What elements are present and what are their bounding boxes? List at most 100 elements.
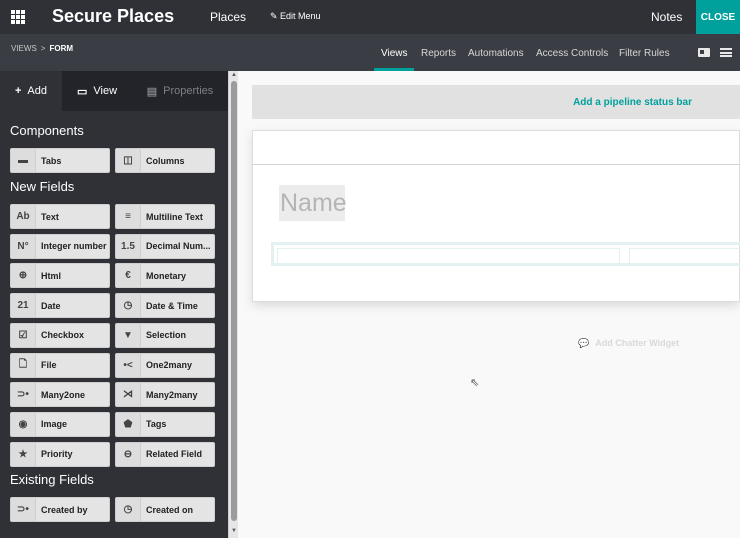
file-icon: 🗋 [11,353,36,377]
link-icon: ⊖ [116,442,141,466]
group-column-right[interactable] [629,248,740,264]
field-button-html[interactable]: ⊕ Html [10,263,110,289]
breadcrumb-separator: > [40,44,46,53]
menu-views[interactable]: Views [381,48,408,59]
multiline-icon: ≡ [116,205,141,228]
field-button-label: One2many [146,360,193,370]
sheet-button-box[interactable] [253,131,740,165]
breadcrumb: VIEWS > FORM [11,44,73,53]
tab-properties-label: Properties [163,85,214,97]
field-button-date-time[interactable]: ◷ Date & Time [115,293,215,319]
breadcrumb-views[interactable]: VIEWS [11,44,37,53]
section-components: Components [10,123,84,138]
chat-icon: 💬 [578,338,590,348]
field-button-label: Text [41,211,59,222]
scroll-up-icon[interactable]: ▲ [231,72,237,78]
form-sheet: Name [252,130,740,302]
sidebar-scrollbar[interactable]: ▲ ▼ [228,71,238,538]
field-button-monetary[interactable]: € Monetary [115,263,215,289]
decimal-icon: 1.5 [116,234,141,258]
field-button-label: Priority [41,449,73,460]
columns-icon: ◫ [116,149,141,172]
section-new-fields: New Fields [10,179,75,194]
field-button-label: Created on [146,504,194,515]
many2one-icon: ⊃• [11,498,36,521]
add-pipeline-status-bar[interactable]: Add a pipeline status bar [252,85,740,119]
breadcrumb-form: FORM [49,44,74,53]
sidebar-tabs: + Add ▭ View ▤ Properties [0,71,228,111]
section-existing-fields: Existing Fields [10,472,94,487]
field-button-one2many[interactable]: •< One2many [115,352,215,378]
tab-view[interactable]: ▭ View [62,71,132,111]
field-group-row[interactable] [271,242,740,266]
add-chatter-widget[interactable]: 💬 Add Chatter Widget [578,338,679,349]
field-button-label: Monetary [146,270,187,281]
field-button-text[interactable]: Ab Text [10,204,110,229]
star-icon: ★ [11,442,36,466]
field-button-checkbox[interactable]: ☑ Checkbox [10,322,110,348]
calendar-icon: 21 [11,294,36,318]
field-button-selection[interactable]: ▼ Selection [115,322,215,348]
group-column-left[interactable] [277,248,620,264]
name-field[interactable]: Name [279,185,347,221]
field-button-label: Tags [146,419,167,430]
mouse-cursor-icon: ⇖ [470,377,480,389]
monitor-icon: ▭ [76,85,88,98]
app-title[interactable]: Secure Places [52,6,174,27]
properties-icon: ▤ [146,85,158,98]
field-button-file[interactable]: 🗋 File [10,352,110,378]
camera-icon: ◉ [11,412,36,436]
field-button-label: Selection [146,330,187,341]
datetime-icon: ◷ [116,294,141,318]
text-icon: Ab [11,205,36,228]
field-button-integer-number[interactable]: N° Integer number [10,233,110,259]
field-button-created-on[interactable]: ◷ Created on [115,497,215,522]
form-view-icon[interactable] [698,48,710,57]
field-button-label: Related Field [146,449,203,460]
globe-icon: ⊕ [11,264,36,288]
scroll-down-icon[interactable]: ▼ [231,528,237,534]
field-button-tabs[interactable]: ▬ Tabs [10,148,110,173]
tab-add[interactable]: + Add [0,71,62,111]
selection-icon: ▼ [116,323,141,347]
notes-link[interactable]: Notes [651,10,682,24]
places-menu[interactable]: Places [210,10,246,24]
studio-subbar: VIEWS > FORM Views Reports Automations Acc… [0,34,740,71]
field-button-label: Many2many [146,389,198,400]
field-button-created-by[interactable]: ⊃• Created by [10,497,110,522]
menu-automations[interactable]: Automations [468,48,524,59]
menu-filter-rules[interactable]: Filter Rules [619,48,670,59]
field-button-label: Checkbox [41,330,85,341]
integer-icon: N° [11,234,36,258]
many2one-icon: ⊃• [11,383,36,407]
field-button-related-field[interactable]: ⊖ Related Field [115,441,215,467]
tab-add-label: Add [27,85,47,97]
field-button-many2many[interactable]: ⋊ Many2many [115,382,215,408]
plus-icon: + [14,85,22,97]
field-button-image[interactable]: ◉ Image [10,411,110,437]
tab-properties[interactable]: ▤ Properties [132,71,228,111]
tag-icon: ⬟ [116,412,141,436]
menu-access-controls[interactable]: Access Controls [536,48,608,59]
field-button-label: Date & Time [146,300,198,311]
field-button-tags[interactable]: ⬟ Tags [115,411,215,437]
field-button-many2one[interactable]: ⊃• Many2one [10,382,110,408]
menu-reports[interactable]: Reports [421,48,456,59]
scrollbar-thumb[interactable] [231,81,237,521]
field-button-label: Decimal Num... [146,241,211,252]
one2many-icon: •< [116,353,141,377]
list-view-icon[interactable] [720,48,732,57]
field-button-label: Html [41,270,61,281]
field-button-priority[interactable]: ★ Priority [10,441,110,467]
field-button-label: Date [41,300,61,311]
many2many-icon: ⋊ [116,383,141,407]
edit-menu-link[interactable]: ✎ Edit Menu [270,11,321,22]
field-button-date[interactable]: 21 Date [10,293,110,319]
field-button-label: Tabs [41,155,62,166]
apps-grid-icon[interactable] [11,10,25,24]
tabs-icon: ▬ [11,149,36,172]
close-button[interactable]: CLOSE [696,0,740,34]
field-button-columns[interactable]: ◫ Columns [115,148,215,173]
field-button-multiline-text[interactable]: ≡ Multiline Text [115,204,215,229]
field-button-decimal-num[interactable]: 1.5 Decimal Num... [115,233,215,259]
